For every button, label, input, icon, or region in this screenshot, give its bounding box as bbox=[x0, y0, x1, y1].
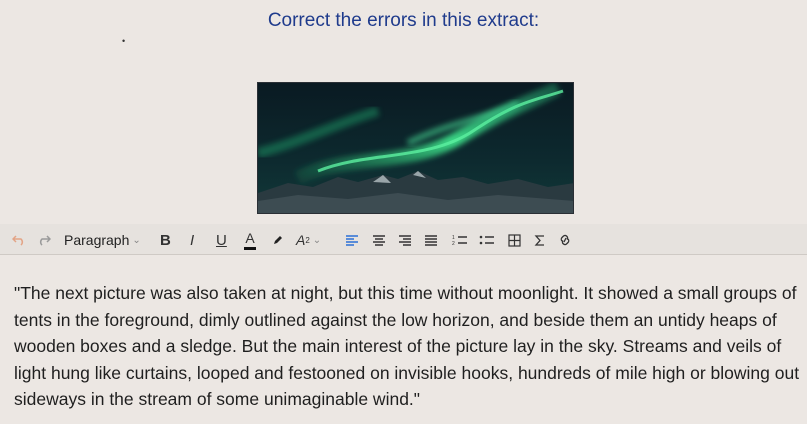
align-center-icon bbox=[373, 235, 385, 246]
insert-equation-button[interactable] bbox=[534, 230, 546, 250]
question-prompt: Correct the errors in this extract: bbox=[267, 10, 540, 31]
pen-icon bbox=[274, 236, 282, 244]
paragraph-format-select[interactable]: Paragraph ⌄ bbox=[64, 230, 141, 250]
insert-link-button[interactable] bbox=[557, 230, 573, 250]
editor-toolbar: Paragraph ⌄ B I U A A 2 ⌄ 12 bbox=[0, 224, 807, 255]
undo-icon bbox=[12, 235, 24, 246]
highlight-button[interactable] bbox=[272, 230, 284, 250]
justify-button[interactable] bbox=[424, 230, 438, 250]
bold-button[interactable]: B bbox=[160, 230, 171, 250]
answer-text-area[interactable]: "The next picture was also taken at nigh… bbox=[14, 280, 800, 413]
numbered-list-button[interactable]: 12 bbox=[452, 230, 468, 250]
bullet-list-button[interactable] bbox=[479, 230, 495, 250]
paragraph-format-label: Paragraph bbox=[64, 232, 130, 248]
superscript-sup: 2 bbox=[305, 235, 310, 245]
chevron-down-icon: ⌄ bbox=[312, 234, 322, 246]
align-right-button[interactable] bbox=[398, 230, 412, 250]
redo-icon bbox=[39, 235, 51, 246]
align-left-icon bbox=[346, 235, 358, 246]
superscript-label: A bbox=[296, 232, 306, 248]
redo-button[interactable] bbox=[37, 230, 51, 250]
font-color-button[interactable]: A bbox=[244, 230, 256, 250]
numbered-list-icon: 12 bbox=[452, 235, 467, 246]
undo-button[interactable] bbox=[12, 230, 26, 250]
font-color-swatch bbox=[244, 247, 256, 250]
sigma-icon bbox=[534, 234, 544, 246]
font-color-label: A bbox=[245, 230, 255, 246]
svg-text:2: 2 bbox=[452, 241, 455, 246]
stray-mark: • bbox=[122, 36, 126, 46]
align-center-button[interactable] bbox=[372, 230, 386, 250]
bullet-list-icon bbox=[479, 235, 494, 245]
justify-icon bbox=[425, 235, 437, 246]
link-icon bbox=[560, 234, 570, 246]
align-left-button[interactable] bbox=[345, 230, 359, 250]
align-right-icon bbox=[399, 235, 411, 246]
table-icon bbox=[508, 233, 521, 247]
aurora-landscape-image bbox=[257, 82, 574, 214]
superscript-dropdown[interactable]: A 2 ⌄ bbox=[296, 230, 321, 250]
italic-button[interactable]: I bbox=[190, 230, 194, 250]
insert-table-button[interactable] bbox=[508, 230, 521, 250]
underline-button[interactable]: U bbox=[216, 230, 227, 250]
chevron-down-icon: ⌄ bbox=[132, 234, 141, 246]
